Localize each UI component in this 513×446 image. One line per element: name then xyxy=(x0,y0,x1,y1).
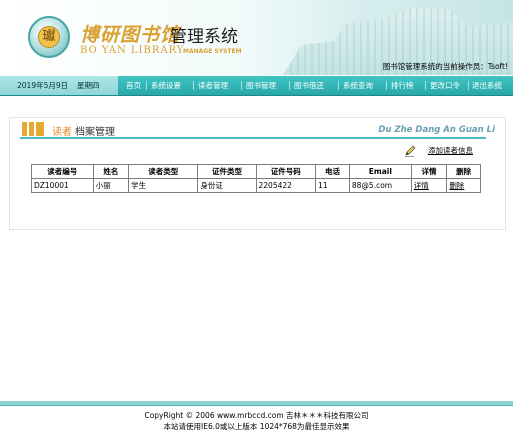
nav-system-settings[interactable]: 系统设置 xyxy=(151,76,181,95)
logo-emblem: 瓛 xyxy=(38,26,60,48)
col-delete: 删除 xyxy=(446,164,481,179)
brand-system-label: 管理系统 xyxy=(170,27,238,47)
nav-book-management[interactable]: 图书管理 xyxy=(246,76,276,95)
current-date: 2019年5月9日 xyxy=(17,81,69,90)
add-reader-label[interactable]: 添加读者信息 xyxy=(428,145,473,157)
details-link[interactable]: 详情 xyxy=(414,181,429,190)
nav-divider xyxy=(146,81,147,90)
nav-change-password[interactable]: 更改口令 xyxy=(430,76,460,95)
col-id-number: 证件号码 xyxy=(255,164,317,179)
pen-icon xyxy=(405,145,416,157)
reader-table: 读者编号 姓名 读者类型 证件类型 证件号码 电话 Email 详情 删除 DZ… xyxy=(31,164,481,193)
brand-name-en: BO YAN LIBRARY xyxy=(80,45,185,56)
library-logo-icon: 瓛 xyxy=(28,16,70,58)
table-row: DZ10001 小丽 学生 身份证 2205422 11 88@5.com 详情… xyxy=(31,178,481,193)
cell-reader-type: 学生 xyxy=(128,178,199,193)
cell-email: 88@5.com xyxy=(348,178,412,193)
col-email: Email xyxy=(348,164,412,179)
nav-reader-management[interactable]: 读者管理 xyxy=(198,76,228,95)
footer-copyright: CopyRight © 2006 www.mrbccd.com 吉林＊＊＊科技有… xyxy=(0,410,513,432)
nav-borrow-return[interactable]: 图书借还 xyxy=(294,76,324,95)
date-display: 2019年5月9日 星期四 xyxy=(0,76,118,95)
cell-name: 小丽 xyxy=(92,178,130,193)
nav-home[interactable]: 首页 xyxy=(126,76,141,95)
col-name: 姓名 xyxy=(92,164,130,179)
brand-manage-system: MANAGE SYSTEM xyxy=(183,48,242,55)
page-title-pinyin: Du Zhe Dang An Guan Li xyxy=(378,125,495,135)
nav-logout[interactable]: 退出系统 xyxy=(472,76,502,95)
delete-link[interactable]: 删除 xyxy=(449,181,464,190)
nav-system-query[interactable]: 系统查询 xyxy=(343,76,373,95)
browser-note-line: 本站请使用IE6.0或以上版本 1024*768为最佳显示效果 xyxy=(163,422,350,431)
col-reader-type: 读者类型 xyxy=(128,164,199,179)
nav-divider xyxy=(338,81,339,90)
nav-divider xyxy=(425,81,426,90)
title-underline xyxy=(20,137,486,139)
cell-details: 详情 xyxy=(410,178,448,193)
title-bars-icon xyxy=(22,122,46,136)
brand-name-cn: 博研图书馆 xyxy=(80,24,181,46)
nav-divider xyxy=(468,81,469,90)
nav-divider xyxy=(241,81,242,90)
cell-phone: 11 xyxy=(315,178,350,193)
nav-divider xyxy=(193,81,194,90)
col-id-type: 证件类型 xyxy=(197,164,257,179)
current-operator: 图书馆管理系统的当前操作员：Tsoft! xyxy=(382,62,508,71)
header-banner: 瓛 博研图书馆 管理系统 BO YAN LIBRARY MANAGE SYSTE… xyxy=(0,0,513,75)
cell-reader-id: DZ10001 xyxy=(31,178,94,193)
nav-divider xyxy=(289,81,290,90)
table-header-row: 读者编号 姓名 读者类型 证件类型 证件号码 电话 Email 详情 删除 xyxy=(31,164,481,179)
main-navbar: 2019年5月9日 星期四 首页 系统设置 读者管理 图书管理 图书借还 系统查… xyxy=(0,76,513,96)
footer-divider-thin xyxy=(0,405,513,406)
nav-rankings[interactable]: 排行榜 xyxy=(391,76,414,95)
page-title: 档案管理 xyxy=(75,127,115,138)
cell-id-number: 2205422 xyxy=(255,178,317,193)
copyright-line: CopyRight © 2006 www.mrbccd.com 吉林＊＊＊科技有… xyxy=(144,411,369,420)
cell-delete: 删除 xyxy=(446,178,481,193)
nav-divider xyxy=(386,81,387,90)
page-title-highlight: 读者 xyxy=(52,127,72,138)
current-weekday: 星期四 xyxy=(77,81,100,90)
col-details: 详情 xyxy=(410,164,448,179)
col-reader-id: 读者编号 xyxy=(31,164,94,179)
col-phone: 电话 xyxy=(315,164,350,179)
cell-id-type: 身份证 xyxy=(197,178,257,193)
